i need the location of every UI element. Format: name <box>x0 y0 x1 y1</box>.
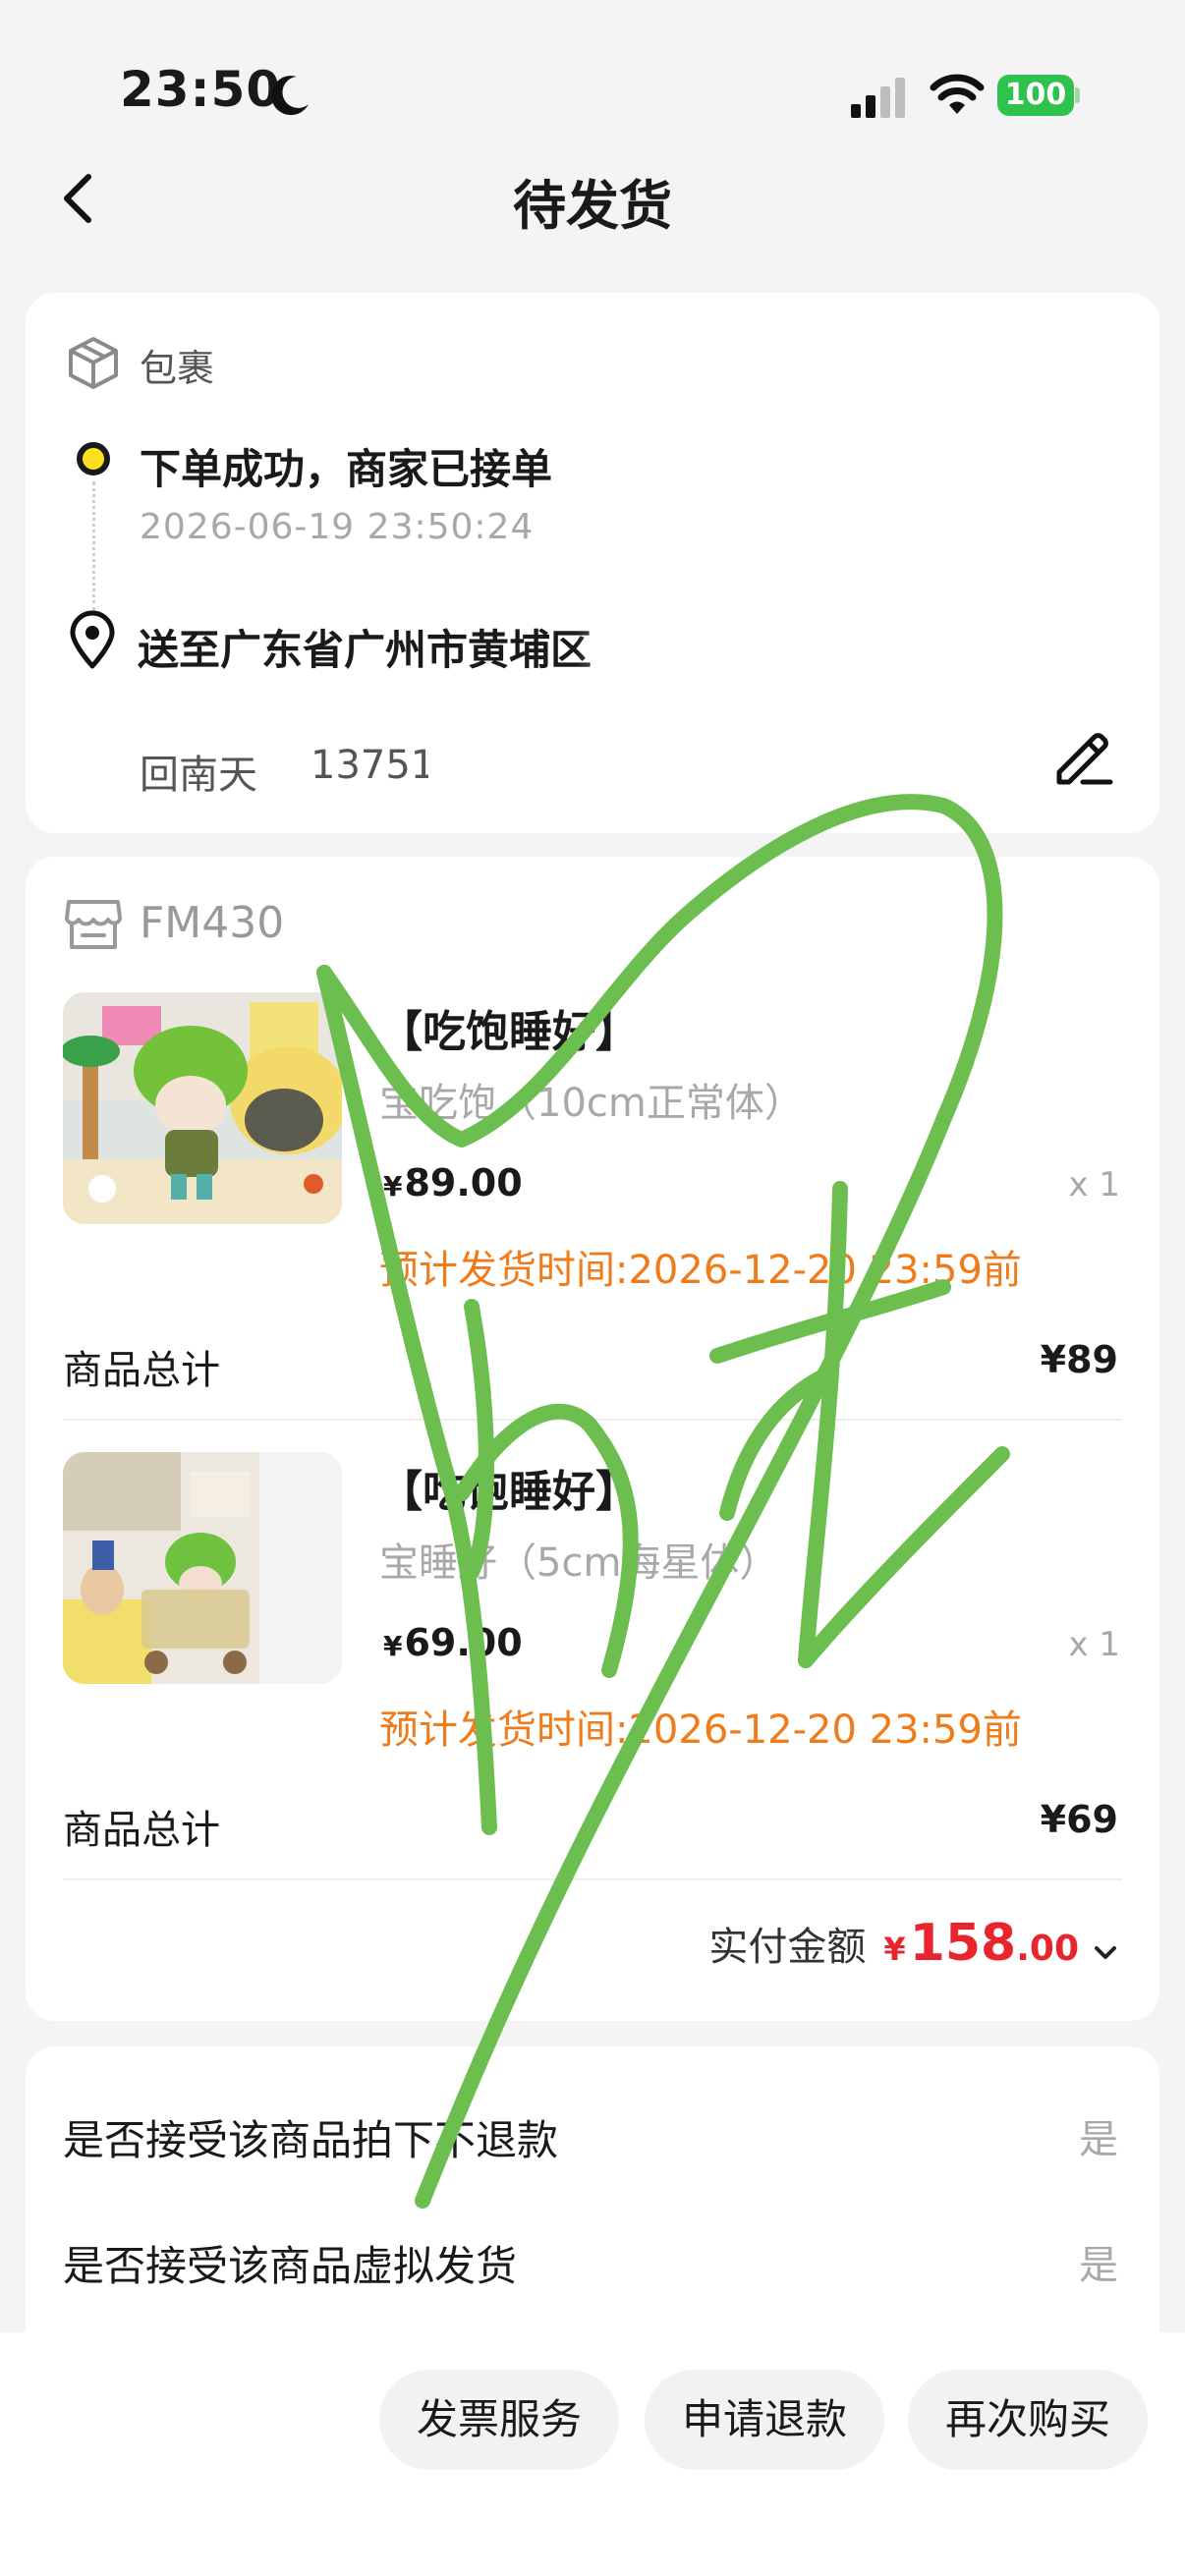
product-quantity: x 1 <box>1068 1165 1120 1204</box>
product-image[interactable] <box>63 1452 342 1684</box>
price-value: 69.00 <box>404 1621 523 1664</box>
paid-amount-integer: 158 <box>909 1914 1017 1973</box>
product-price: ¥69.00 <box>383 1621 523 1664</box>
estimated-ship-time: 预计发货时间:2026-12-20 23:59前 <box>379 1248 1022 1293</box>
product-spec: 宝吃饱（10cm正常体） <box>379 1081 804 1126</box>
price-currency: ¥ <box>383 1630 403 1662</box>
buy-again-button[interactable]: 再次购买 <box>908 2370 1148 2470</box>
recipient-name: 回南天 <box>140 753 257 798</box>
subtotal-label: 商品总计 <box>63 1808 220 1853</box>
timeline-dot <box>77 442 110 476</box>
subtotal-value: ¥69 <box>1040 1798 1118 1841</box>
term-value: 是 <box>1079 2117 1118 2162</box>
status-time: 23:50 <box>120 61 282 118</box>
battery-icon: 100 <box>997 75 1080 116</box>
product-item[interactable]: 【吃饱睡好】 宝睡好（5cm海星体） ¥69.00 x 1 预计发货时间:202… <box>26 1452 1159 1853</box>
product-title: 【吃饱睡好】 <box>379 1007 639 1057</box>
subtotal-value: ¥89 <box>1040 1338 1118 1381</box>
product-price: ¥89.00 <box>383 1161 523 1204</box>
address-redaction <box>576 609 713 688</box>
terms-card: 是否接受该商品拍下不退款 是 是否接受该商品虚拟发货 是 <box>26 2046 1159 2361</box>
recipient-phone: 13751 <box>310 743 428 788</box>
order-status: 下单成功，商家已接单 <box>140 445 553 493</box>
order-time: 2026-06-19 23:50:24 <box>140 507 535 547</box>
term-row: 是否接受该商品虚拟发货 是 <box>26 2215 1159 2314</box>
chevron-down-icon[interactable] <box>1093 1944 1118 1962</box>
wifi-icon <box>930 74 985 114</box>
edit-address-icon[interactable] <box>1049 725 1118 788</box>
bottom-action-bar: 发票服务 申请退款 再次购买 <box>0 2332 1185 2576</box>
paid-currency: ¥ <box>883 1931 906 1968</box>
product-title: 【吃饱睡好】 <box>379 1467 639 1517</box>
term-label: 是否接受该商品拍下不退款 <box>63 2116 559 2164</box>
signal-icon <box>851 78 905 118</box>
price-currency: ¥ <box>383 1170 403 1203</box>
product-image[interactable] <box>63 992 342 1224</box>
term-value: 是 <box>1079 2243 1118 2288</box>
page-title: 待发货 <box>513 175 672 237</box>
paid-amount-decimal: .00 <box>1016 1929 1079 1969</box>
product-quantity: x 1 <box>1068 1625 1120 1664</box>
request-refund-button[interactable]: 申请退款 <box>645 2370 884 2470</box>
status-bar: 23:50 100 <box>0 0 1185 147</box>
package-icon <box>69 337 118 389</box>
order-card: FM430 【吃饱睡好】 宝吃饱（10cm正常体） ¥89.00 x 1 预计发… <box>26 857 1159 2021</box>
battery-level: 100 <box>997 75 1074 116</box>
price-value: 89.00 <box>404 1161 523 1204</box>
location-pin-icon <box>70 610 115 669</box>
term-label: 是否接受该商品虚拟发货 <box>63 2242 518 2290</box>
moon-icon <box>271 76 309 116</box>
timeline-line <box>92 481 95 611</box>
shop-name[interactable]: FM430 <box>140 898 284 948</box>
product-item[interactable]: 【吃饱睡好】 宝吃饱（10cm正常体） ¥89.00 x 1 预计发货时间:20… <box>26 992 1159 1393</box>
term-row: 是否接受该商品拍下不退款 是 <box>26 2090 1159 2188</box>
battery-tip <box>1075 87 1080 103</box>
product-spec: 宝睡好（5cm海星体） <box>379 1540 779 1586</box>
paid-amount-label: 实付金额 <box>708 1925 867 1970</box>
package-card: 包裹 下单成功，商家已接单 2026-06-19 23:50:24 送至广东省广… <box>26 293 1159 833</box>
shop-icon <box>65 900 122 949</box>
divider <box>63 1878 1122 1880</box>
subtotal-label: 商品总计 <box>63 1348 220 1393</box>
estimated-ship-time: 预计发货时间:2026-12-20 23:59前 <box>379 1708 1022 1753</box>
package-label: 包裹 <box>140 347 215 390</box>
invoice-service-button[interactable]: 发票服务 <box>379 2370 619 2470</box>
divider <box>63 1419 1122 1421</box>
paid-amount-row[interactable]: 实付金额 ¥ 158 .00 <box>708 1914 1118 1992</box>
